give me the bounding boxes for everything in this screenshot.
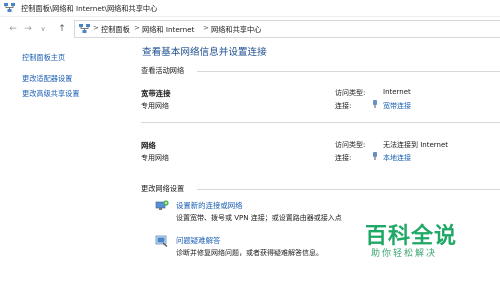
breadcrumb-separator: > [93,24,99,32]
address-box[interactable]: > 控制面板 > 网络和 Internet > 网络和共享中心 [74,20,500,38]
change-settings-heading: 更改网络设置 [141,184,185,193]
recent-locations-chevron-icon[interactable]: ∨ [37,23,49,35]
breadcrumb-control-panel[interactable]: 控制面板 [101,25,130,35]
dialup-connection-icon [373,100,377,108]
troubleshoot-description: 诊断并修复网络问题，或者获得疑难解答信息。 [176,249,323,257]
network-setup-icon [155,200,169,210]
left-pane: 控制面板主页 更改适配器设置 更改高级共享设置 [0,40,131,293]
connections-label: 连接: [335,102,352,110]
control-panel-home-link[interactable]: 控制面板主页 [22,53,65,63]
access-type-label: 访问类型: [335,89,366,97]
watermark: 百科全说 助你轻松解决 [365,218,465,264]
network-divider [141,122,500,123]
change-advanced-sharing-link[interactable]: 更改高级共享设置 [22,89,80,99]
back-arrow-icon[interactable]: ← [7,23,19,35]
network-name: 宽带连接 [141,89,171,98]
section-divider [197,71,500,72]
troubleshoot-icon [155,235,168,247]
page-title: 查看基本网络信息并设置连接 [142,47,267,58]
title-bar: 控制面板\网络和 Internet\网络和共享中心 [0,0,500,17]
change-adapter-settings-link[interactable]: 更改适配器设置 [22,74,72,84]
connections-label: 连接: [335,154,352,162]
forward-arrow-icon[interactable]: → [22,23,34,35]
troubleshoot-problems-link[interactable]: 问题疑难解答 [176,235,220,246]
access-type-value: Internet [383,88,411,96]
access-type-label: 访问类型: [335,141,366,149]
breadcrumb-separator: > [203,24,209,32]
ethernet-connection-icon [373,152,377,160]
section-divider [197,189,500,190]
broadband-connection-link[interactable]: 宽带连接 [383,101,411,111]
setup-new-connection-link[interactable]: 设置新的连接或网络 [176,200,243,211]
breadcrumb-separator: > [134,24,140,32]
active-networks-heading: 查看活动网络 [141,66,185,75]
setup-new-connection-description: 设置宽带、拨号或 VPN 连接；或设置路由器或接入点 [176,214,342,222]
breadcrumb-network-sharing-center[interactable]: 网络和共享中心 [211,25,261,35]
breadcrumb-network-internet[interactable]: 网络和 Internet [142,25,194,35]
watermark-subtitle: 助你轻松解决 [371,249,438,259]
up-arrow-icon[interactable]: ↑ [56,23,68,35]
network-name: 网络 [141,141,156,150]
address-bar: ← → ∨ ↑ > 控制面板 > 网络和 Internet > 网络和共享中心 [0,18,500,40]
control-panel-icon [79,24,90,33]
network-center-icon [4,3,15,12]
network-category: 专用网络 [141,154,169,162]
access-type-value: 无法连接到 Internet [383,141,449,149]
network-category: 专用网络 [141,102,169,110]
window-title: 控制面板\网络和 Internet\网络和共享中心 [21,4,158,13]
local-connection-link[interactable]: 本地连接 [383,153,411,163]
